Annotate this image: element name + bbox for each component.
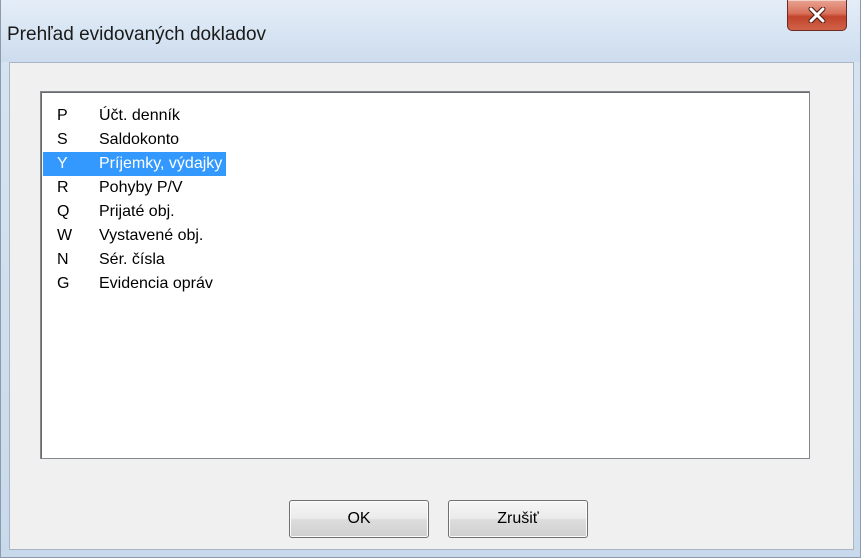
list-item-code: Q (57, 203, 70, 220)
list-item-label: Príjemky, výdajky (99, 155, 223, 172)
list-item-r[interactable]: R Pohyby P/V (43, 176, 187, 200)
list-item-code: N (57, 251, 69, 268)
list-item-code: P (57, 107, 68, 124)
list-item-code: Y (57, 155, 68, 172)
document-list[interactable]: P Účt. denník S Saldokonto Y Príjemky, výda… (40, 91, 810, 459)
close-button[interactable] (787, 0, 847, 31)
list-item-label: Evidencia opráv (99, 275, 213, 292)
list-item-y-selected[interactable]: Y Príjemky, výdajky (43, 152, 227, 176)
list-item-label: Vystavené obj. (99, 227, 204, 244)
list-item-code: R (57, 179, 69, 196)
list-item-g[interactable]: G Evidencia opráv (43, 272, 217, 296)
list-item-code: G (57, 275, 70, 292)
list-item-q[interactable]: Q Prijaté obj. (43, 200, 179, 224)
dialog-window: Prehľad evidovaných dokladov P Účt. denní… (0, 0, 861, 558)
list-item-label: Účt. denník (99, 107, 180, 124)
title-bar[interactable]: Prehľad evidovaných dokladov (1, 0, 860, 62)
list-item-w[interactable]: W Vystavené obj. (43, 224, 207, 248)
list-item-n[interactable]: N Sér. čísla (43, 248, 169, 272)
list-item-p[interactable]: P Účt. denník (43, 104, 184, 128)
window-title: Prehľad evidovaných dokladov (7, 24, 267, 45)
list-item-code: S (57, 131, 68, 148)
dialog-content: P Účt. denník S Saldokonto Y Príjemky, výda… (9, 62, 854, 550)
list-item-s[interactable]: S Saldokonto (43, 128, 183, 152)
ok-button[interactable]: OK (289, 500, 429, 538)
cancel-button[interactable]: Zrušiť (448, 500, 588, 538)
list-item-label: Pohyby P/V (99, 179, 183, 196)
list-item-label: Saldokonto (99, 131, 180, 148)
list-item-code: W (57, 227, 73, 244)
list-item-label: Sér. čísla (99, 251, 165, 268)
close-x-icon (808, 7, 826, 23)
list-item-label: Prijaté obj. (99, 203, 175, 220)
